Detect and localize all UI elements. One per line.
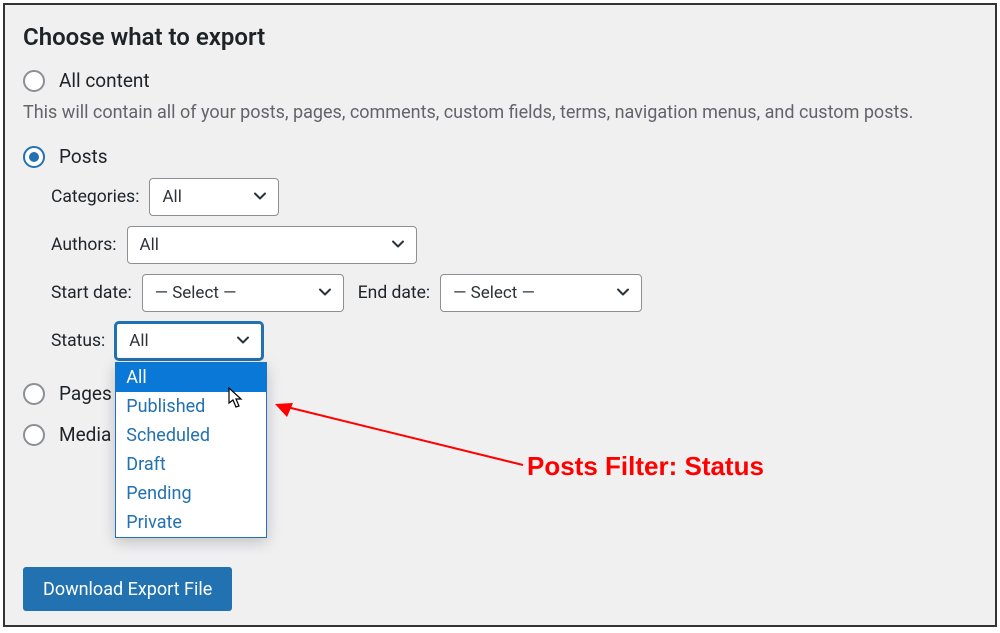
posts-filters: Categories: All Authors: All Start date:… [51, 178, 977, 360]
status-option-all[interactable]: All [116, 363, 266, 392]
status-dropdown[interactable]: All Published Scheduled Draft Pending Pr… [115, 362, 267, 538]
radio-pages-label: Pages [59, 382, 112, 405]
chevron-down-icon [390, 236, 406, 252]
status-option-private[interactable]: Private [116, 508, 266, 537]
all-content-description: This will contain all of your posts, pag… [23, 102, 977, 123]
end-date-label: End date: [358, 283, 430, 303]
chevron-down-icon [235, 332, 251, 348]
start-date-label: Start date: [51, 283, 132, 303]
status-select-value: All [129, 331, 148, 351]
status-option-pending[interactable]: Pending [116, 479, 266, 508]
start-date-select[interactable]: — Select — [142, 274, 344, 312]
chevron-down-icon [615, 284, 631, 300]
end-date-select-value: — Select — [453, 283, 535, 303]
status-option-published[interactable]: Published [116, 392, 266, 421]
status-select[interactable]: All [115, 322, 263, 360]
status-label: Status: [51, 331, 105, 351]
download-export-button-label: Download Export File [43, 579, 212, 600]
radio-row-all-content[interactable]: All content [23, 69, 977, 92]
categories-select[interactable]: All [149, 178, 279, 216]
page-title: Choose what to export [23, 23, 977, 51]
start-date-select-value: — Select — [155, 283, 237, 303]
radio-all-content-label: All content [59, 69, 150, 92]
radio-posts[interactable] [23, 146, 45, 168]
categories-select-value: All [162, 187, 181, 207]
authors-select-value: All [140, 235, 159, 255]
chevron-down-icon [252, 188, 268, 204]
end-date-select[interactable]: — Select — [440, 274, 642, 312]
status-select-wrap: All All Published Scheduled Draft Pendin… [115, 322, 263, 360]
download-export-button[interactable]: Download Export File [23, 567, 232, 611]
authors-label: Authors: [51, 235, 117, 255]
radio-row-posts[interactable]: Posts [23, 145, 977, 168]
annotation-label: Posts Filter: Status [527, 451, 764, 482]
radio-pages[interactable] [23, 383, 45, 405]
radio-media[interactable] [23, 424, 45, 446]
radio-media-label: Media [59, 423, 111, 446]
radio-posts-label: Posts [59, 145, 108, 168]
radio-all-content[interactable] [23, 70, 45, 92]
authors-select[interactable]: All [127, 226, 417, 264]
status-option-draft[interactable]: Draft [116, 450, 266, 479]
chevron-down-icon [317, 284, 333, 300]
categories-label: Categories: [51, 187, 139, 207]
annotation-arrow-icon [273, 397, 833, 497]
export-panel: Choose what to export All content This w… [3, 3, 997, 627]
status-option-scheduled[interactable]: Scheduled [116, 421, 266, 450]
